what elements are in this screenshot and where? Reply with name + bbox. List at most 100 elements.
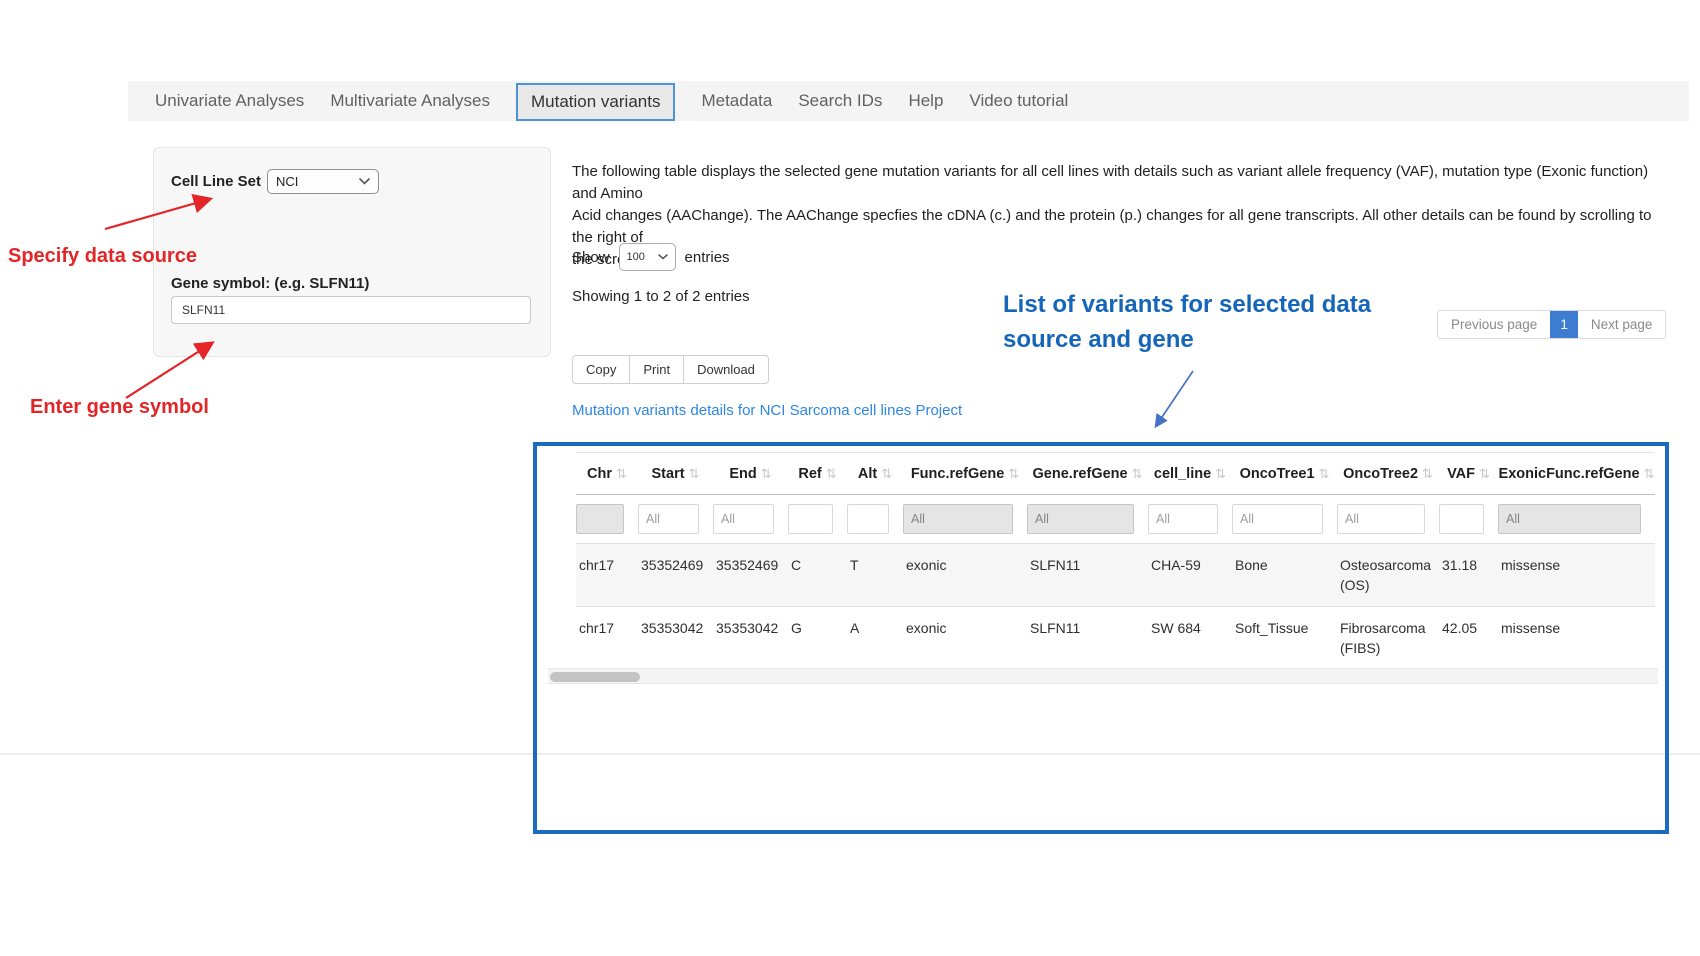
cell-oncotree2: Fibrosarcoma (FIBS) xyxy=(1337,607,1439,669)
filter-cell-ref xyxy=(788,504,847,534)
sort-icon[interactable]: ⇅ xyxy=(1644,467,1655,482)
mutation-variants-details-link[interactable]: Mutation variants details for NCI Sarcom… xyxy=(572,402,962,419)
table-header-row: Chr⇅Start⇅End⇅Ref⇅Alt⇅Func.refGene⇅Gene.… xyxy=(576,452,1655,495)
filter-cell-end xyxy=(713,504,788,534)
filter-input-oncotree2[interactable] xyxy=(1337,504,1425,534)
cell-oncotree1: Bone xyxy=(1232,544,1337,606)
cell-line-set-value: NCI xyxy=(276,174,298,189)
filter-select-chr[interactable] xyxy=(576,504,624,534)
table-row[interactable]: chr173535304235353042GAexonicSLFN11SW 68… xyxy=(576,606,1655,669)
tab-mutation-variants[interactable]: Mutation variants xyxy=(516,83,675,121)
tab-multivariate-analyses[interactable]: Multivariate Analyses xyxy=(330,91,490,111)
column-header-start[interactable]: Start ⇅ xyxy=(638,466,713,482)
filter-input-alt[interactable] xyxy=(847,504,889,534)
filter-input-cell-line[interactable] xyxy=(1148,504,1218,534)
next-page-button[interactable]: Next page xyxy=(1578,311,1666,338)
filter-cell-oncotree1 xyxy=(1232,504,1337,534)
cell-end: 35353042 xyxy=(713,607,788,669)
column-label: Ref xyxy=(798,466,821,482)
column-header-exonicfunc-refgene[interactable]: ExonicFunc.refGene⇅ xyxy=(1498,466,1655,482)
column-header-vaf[interactable]: VAF ⇅ xyxy=(1439,466,1498,482)
column-label: Func.refGene xyxy=(911,466,1004,482)
cell-func-refgene: exonic xyxy=(903,544,1027,606)
column-label: OncoTree2 xyxy=(1343,466,1418,482)
sort-icon[interactable]: ⇅ xyxy=(1319,467,1330,482)
tab-help[interactable]: Help xyxy=(908,91,943,111)
sort-icon[interactable]: ⇅ xyxy=(1215,467,1226,482)
filter-cell-func-refgene: All xyxy=(903,504,1027,534)
sort-icon[interactable]: ⇅ xyxy=(761,467,772,482)
cell-start: 35352469 xyxy=(638,544,713,606)
tab-video-tutorial[interactable]: Video tutorial xyxy=(969,91,1068,111)
tab-search-ids[interactable]: Search IDs xyxy=(798,91,882,111)
cell-vaf: 31.18 xyxy=(1439,544,1498,606)
blue-arrow-to-table xyxy=(1156,371,1193,426)
cell-alt: A xyxy=(847,607,903,669)
tab-univariate-analyses[interactable]: Univariate Analyses xyxy=(155,91,304,111)
sort-icon[interactable]: ⇅ xyxy=(1479,467,1490,482)
column-header-chr[interactable]: Chr⇅ xyxy=(576,466,638,482)
cell-chr: chr17 xyxy=(576,544,638,606)
filter-cell-chr xyxy=(576,504,638,534)
annotation-enter-gene-symbol: Enter gene symbol xyxy=(30,396,209,419)
column-header-alt[interactable]: Alt ⇅ xyxy=(847,466,903,482)
sort-icon[interactable]: ⇅ xyxy=(616,467,627,482)
table-filter-row: All All All xyxy=(576,495,1655,543)
cell-gene-refgene: SLFN11 xyxy=(1027,544,1148,606)
entries-per-page-select[interactable]: 100 xyxy=(619,243,676,271)
filter-select-gene-refgene[interactable]: All xyxy=(1027,504,1134,534)
pagination: Previous page 1 Next page xyxy=(1437,310,1666,339)
show-label: Show xyxy=(572,249,610,266)
column-label: Alt xyxy=(858,466,877,482)
sort-icon[interactable]: ⇅ xyxy=(689,467,700,482)
cell-start: 35353042 xyxy=(638,607,713,669)
sort-icon[interactable]: ⇅ xyxy=(1132,467,1143,482)
tab-metadata[interactable]: Metadata xyxy=(701,91,772,111)
column-header-func-refgene[interactable]: Func.refGene ⇅ xyxy=(903,466,1027,482)
column-label: End xyxy=(729,466,756,482)
cell-func-refgene: exonic xyxy=(903,607,1027,669)
section-divider xyxy=(0,753,1700,755)
horizontal-scrollbar-thumb[interactable] xyxy=(550,672,640,682)
showing-entries-info: Showing 1 to 2 of 2 entries xyxy=(572,288,750,305)
sort-icon[interactable]: ⇅ xyxy=(881,467,892,482)
copy-button[interactable]: Copy xyxy=(572,355,630,384)
table-row[interactable]: chr173535246935352469CTexonicSLFN11CHA-5… xyxy=(576,543,1655,606)
print-button[interactable]: Print xyxy=(630,355,684,384)
column-label: VAF xyxy=(1447,466,1475,482)
column-label: OncoTree1 xyxy=(1240,466,1315,482)
cell-line-set-select[interactable]: NCI xyxy=(267,169,379,194)
sort-icon[interactable]: ⇅ xyxy=(1008,467,1019,482)
cell-cell-line: SW 684 xyxy=(1148,607,1232,669)
entries-per-page-value: 100 xyxy=(627,251,645,263)
column-header-cell-line[interactable]: cell_line⇅ xyxy=(1148,466,1232,482)
column-header-ref[interactable]: Ref ⇅ xyxy=(788,466,847,482)
column-header-end[interactable]: End ⇅ xyxy=(713,466,788,482)
filter-input-oncotree1[interactable] xyxy=(1232,504,1323,534)
column-header-oncotree1[interactable]: OncoTree1 ⇅ xyxy=(1232,466,1337,482)
cell-gene-refgene: SLFN11 xyxy=(1027,607,1148,669)
filter-input-vaf[interactable] xyxy=(1439,504,1484,534)
previous-page-button[interactable]: Previous page xyxy=(1438,311,1550,338)
sort-icon[interactable]: ⇅ xyxy=(826,467,837,482)
filter-select-func-refgene[interactable]: All xyxy=(903,504,1013,534)
filter-cell-alt xyxy=(847,504,903,534)
query-panel: Cell Line Set NCI Gene symbol: (e.g. SLF… xyxy=(153,147,551,357)
download-button[interactable]: Download xyxy=(684,355,769,384)
filter-input-ref[interactable] xyxy=(788,504,833,534)
filter-select-exonicfunc-refgene[interactable]: All xyxy=(1498,504,1641,534)
page-number-1[interactable]: 1 xyxy=(1550,311,1578,338)
horizontal-scrollbar[interactable] xyxy=(548,668,1658,684)
filter-cell-cell-line xyxy=(1148,504,1232,534)
cell-exonicfunc-refgene: missense xyxy=(1498,544,1655,606)
column-header-oncotree2[interactable]: OncoTree2 ⇅ xyxy=(1337,466,1439,482)
sort-icon[interactable]: ⇅ xyxy=(1422,467,1433,482)
gene-symbol-label: Gene symbol: (e.g. SLFN11) xyxy=(171,275,369,292)
column-label: Start xyxy=(652,466,685,482)
gene-symbol-input[interactable] xyxy=(171,296,531,324)
column-header-gene-refgene[interactable]: Gene.refGene⇅ xyxy=(1027,466,1148,482)
filter-input-end[interactable] xyxy=(713,504,774,534)
annotation-variants-list-heading: List of variants for selected data sourc… xyxy=(1003,287,1433,357)
chevron-down-icon xyxy=(658,254,668,260)
filter-input-start[interactable] xyxy=(638,504,699,534)
